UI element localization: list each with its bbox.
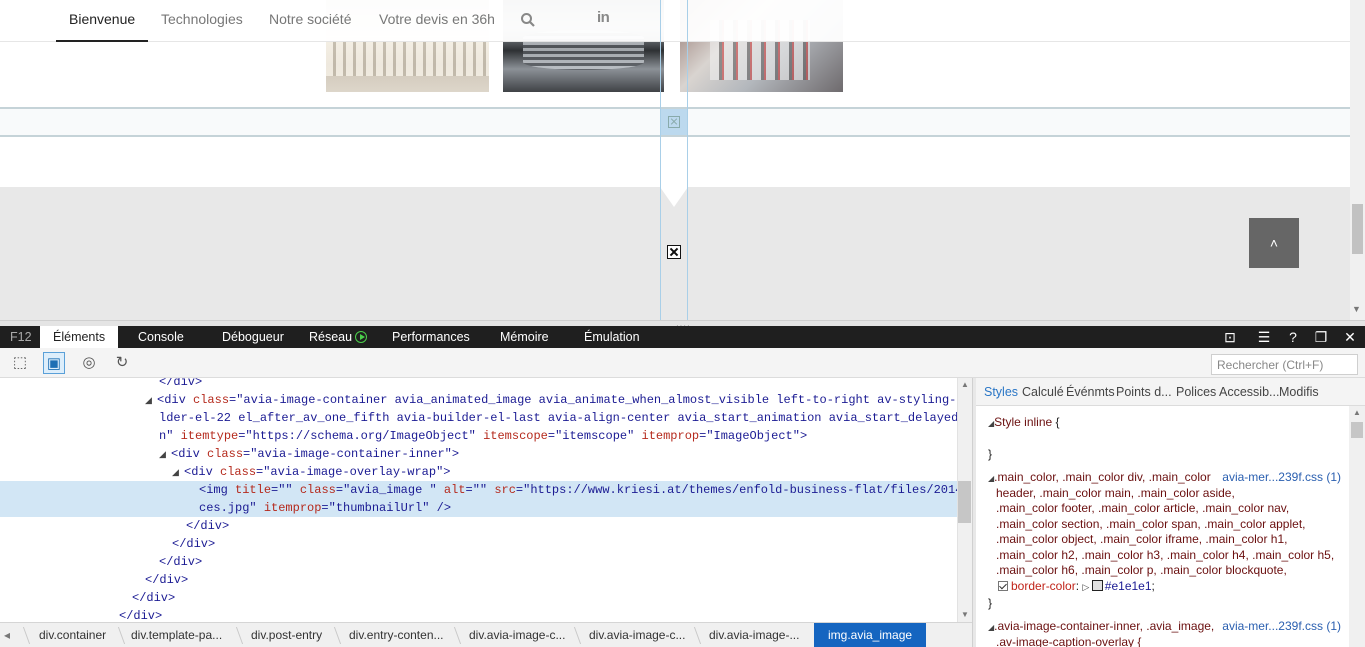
tab-styles[interactable]: Styles [984, 378, 1018, 406]
element-highlight-outline [660, 0, 688, 320]
color-swatch[interactable] [1091, 579, 1103, 591]
breadcrumb-prev-icon[interactable]: ◂ [4, 623, 10, 647]
rule-selector[interactable]: ◢.avia-image-container-inner, .avia_imag… [988, 619, 1214, 636]
undock-icon[interactable]: ❐ [1310, 326, 1332, 348]
linkedin-icon[interactable]: in [597, 9, 610, 26]
tab-console[interactable]: Console [138, 326, 184, 348]
dom-breadcrumb: ◂ div.container div.template-pa... div.p… [0, 622, 972, 647]
styles-body: ◢Style inline { } ◢.main_color, .main_co… [976, 406, 1349, 647]
breadcrumb-item[interactable]: div.avia-image-... [709, 623, 799, 647]
nav-item-societe[interactable]: Notre société [269, 0, 351, 42]
search-icon[interactable] [520, 12, 536, 28]
dom-scrollbar-thumb[interactable] [958, 481, 971, 523]
breadcrumb-item[interactable]: div.template-pa... [131, 623, 222, 647]
select-element-icon[interactable]: ⬚ [9, 352, 31, 374]
css-property-border-color[interactable]: border-color: ▷ #e1e1e1; [998, 579, 1155, 596]
rule-selector: .main_color footer, .main_color article,… [996, 501, 1290, 515]
tab-emulation[interactable]: Émulation [584, 326, 640, 348]
broken-image-icon [667, 245, 681, 259]
collapse-triangle-icon[interactable]: ◢ [159, 446, 171, 464]
devtools-tabbar: F12 Éléments Console Débogueur Réseau Pe… [0, 326, 1365, 348]
dom-line[interactable]: ◢ <div class="avia-image-container avia_a… [0, 391, 957, 409]
tab-performance[interactable]: Performances [392, 326, 470, 348]
breadcrumb-item[interactable]: div.post-entry [251, 623, 322, 647]
collapse-triangle-icon[interactable]: ◢ [145, 392, 157, 410]
styles-tabbar: Styles Calculé Événmts Points d... Polic… [976, 378, 1365, 406]
dom-line[interactable]: lder-el-22 el_after_av_one_fifth avia-bu… [0, 409, 957, 427]
chevron-up-icon: ˄ [1269, 235, 1279, 251]
devtools-toolbar [0, 348, 1365, 378]
breadcrumb-item[interactable]: div.container [39, 623, 106, 647]
rule-selector: .main_color h2, .main_color h3, .main_co… [996, 547, 1335, 562]
tab-network-label: Réseau [309, 330, 353, 344]
dom-line[interactable]: n" itemtype="https://schema.org/ImageObj… [0, 427, 957, 445]
rule-selector: .main_color object, .main_color iframe, … [996, 532, 1288, 546]
record-icon [355, 331, 368, 343]
rule-source-link[interactable]: avia-mer...239f.css (1) [1222, 619, 1341, 633]
dom-line[interactable]: </div> [0, 607, 957, 622]
rule-selector: .main_color section, .main_color span, .… [996, 516, 1306, 531]
refresh-icon[interactable]: ↻ [111, 352, 133, 374]
breadcrumb-item[interactable]: div.avia-image-c... [589, 623, 685, 647]
nav-item-bienvenue[interactable]: Bienvenue [56, 0, 149, 42]
help-icon[interactable]: ? [1282, 326, 1304, 348]
nav-item-devis[interactable]: Votre devis en 36h [379, 0, 495, 42]
tab-changes[interactable]: Modifis [1279, 378, 1319, 406]
page-scrollbar[interactable] [1350, 0, 1365, 320]
dom-line-selected[interactable]: <img title="" class="avia_image " alt=""… [0, 481, 957, 517]
highlight-icon[interactable]: ▣ [43, 352, 65, 374]
dom-line[interactable]: </div> [0, 535, 957, 553]
tab-breakpoints[interactable]: Points d... [1116, 378, 1172, 406]
website-viewport: Bienvenue Technologies Notre société Vot… [0, 0, 1365, 320]
dom-line[interactable]: </div> [0, 589, 957, 607]
collapse-triangle-icon[interactable]: ◢ [172, 464, 184, 482]
dom-line[interactable]: </div> [0, 378, 957, 391]
chevron-down-icon[interactable]: ▼ [961, 610, 969, 619]
color-picker-icon[interactable]: ◎ [78, 352, 100, 374]
f12-label: F12 [10, 330, 32, 344]
rule-close-brace: } [988, 596, 993, 610]
tab-accessibility[interactable]: Accessib... [1219, 378, 1279, 406]
dom-tree: </div> ◢ <div class="avia-image-container… [0, 378, 957, 622]
feedback-icon[interactable]: ☰ [1253, 326, 1275, 348]
dom-line[interactable]: </div> [0, 571, 957, 589]
dom-line[interactable]: ◢ <div class="avia-image-overlay-wrap"> [0, 463, 957, 481]
styles-scrollbar-thumb[interactable] [1351, 422, 1363, 438]
checkbox-icon[interactable] [998, 580, 1008, 591]
tab-memory[interactable]: Mémoire [500, 326, 549, 348]
tab-elements[interactable]: Éléments [40, 326, 119, 348]
rule-source-link[interactable]: avia-mer...239f.css (1) [1222, 470, 1341, 484]
dom-line[interactable]: ◢ <div class="avia-image-container-inner"… [0, 445, 957, 463]
styles-scrollbar[interactable] [1349, 406, 1365, 647]
tab-debugger[interactable]: Débogueur [222, 326, 284, 348]
breadcrumb-item-active[interactable]: img.avia_image [814, 623, 927, 647]
rule-selector: .av-image-caption-overlay { [996, 634, 1142, 647]
dom-line[interactable]: </div> [0, 553, 957, 571]
chevron-down-icon[interactable]: ▼ [1352, 304, 1361, 314]
tab-network[interactable]: Réseau [309, 326, 368, 348]
tab-computed[interactable]: Calculé [1022, 378, 1064, 406]
nav-item-technologies[interactable]: Technologies [161, 0, 243, 42]
rule-selector[interactable]: ◢.main_color, .main_color div, .main_col… [988, 470, 1211, 487]
breadcrumb-item[interactable]: div.entry-conten... [349, 623, 444, 647]
chevron-up-icon[interactable]: ▲ [1353, 408, 1361, 417]
devtools-search-input[interactable]: Rechercher (Ctrl+F) [1211, 354, 1358, 375]
console-icon[interactable]: ⊡ [1219, 326, 1241, 348]
close-icon[interactable]: ✕ [1339, 326, 1361, 348]
dom-line[interactable]: </div> [0, 517, 957, 535]
broken-image-icon [668, 116, 680, 128]
rule-selector: header, .main_color main, .main_color as… [996, 485, 1235, 500]
chevron-up-icon[interactable]: ▲ [961, 380, 969, 389]
rule-selector: .main_color h6, .main_color p, .main_col… [996, 563, 1287, 577]
scroll-to-top-button[interactable]: ˄ [1249, 218, 1299, 268]
tab-events[interactable]: Événmts [1066, 378, 1115, 406]
rule-close-brace: } [988, 447, 993, 461]
style-inline-rule[interactable]: ◢Style inline { [988, 415, 1060, 432]
tab-fonts[interactable]: Polices [1176, 378, 1216, 406]
breadcrumb-item[interactable]: div.avia-image-c... [469, 623, 565, 647]
page-scrollbar-thumb[interactable] [1352, 204, 1363, 254]
